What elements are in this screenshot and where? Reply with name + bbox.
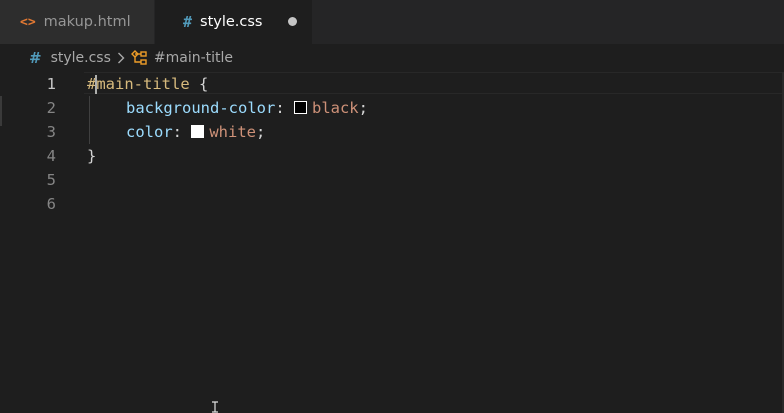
code-editor-window: <> makup.html # style.css # style.css #m… — [0, 0, 784, 413]
code-line-5[interactable]: 5 — [0, 168, 784, 192]
css-file-icon: # — [183, 13, 193, 31]
html-file-icon: <> — [20, 14, 36, 30]
css-property: color — [126, 123, 173, 141]
symbol-class-icon — [130, 50, 148, 66]
code-text: background-color: black; — [126, 96, 368, 120]
code-text: color: white; — [126, 120, 265, 144]
code-line-6[interactable]: 6 — [0, 192, 784, 216]
css-file-icon: # — [29, 49, 42, 67]
tab-label: style.css — [200, 14, 263, 30]
css-value: white — [209, 123, 257, 141]
code-line-3[interactable]: 3 color: white; — [0, 120, 784, 144]
line-number: 1 — [46, 75, 56, 93]
line-number: 6 — [46, 195, 56, 213]
breadcrumb-symbol[interactable]: #main-title — [130, 50, 233, 66]
open-brace: { — [189, 75, 209, 93]
tab-style-css[interactable]: # style.css — [155, 0, 312, 44]
line-number: 5 — [46, 171, 56, 189]
code-line-1[interactable]: 1 #main-title { — [0, 72, 784, 96]
line-number: 2 — [46, 99, 56, 117]
css-property: background-color — [126, 99, 276, 117]
close-brace: } — [87, 147, 97, 165]
tab-label: makup.html — [43, 14, 131, 30]
semicolon: ; — [256, 123, 266, 141]
code-line-4[interactable]: 4 } — [0, 144, 784, 168]
line-number: 4 — [46, 147, 56, 165]
breadcrumb: # style.css #main-title — [0, 44, 784, 72]
breadcrumb-symbol-label: #main-title — [153, 50, 234, 66]
text-beam-cursor-icon — [212, 401, 218, 413]
color-swatch-black[interactable] — [293, 101, 307, 114]
tab-makup-html[interactable]: <> makup.html — [0, 0, 155, 44]
selector-name: main-title — [96, 75, 190, 93]
tab-bar: <> makup.html # style.css — [0, 0, 784, 44]
code-line-2[interactable]: 2 background-color: black; — [0, 96, 784, 120]
colon: : — [275, 99, 294, 117]
line-number: 3 — [46, 123, 56, 141]
breadcrumb-file[interactable]: # style.css — [29, 49, 111, 67]
code-editor[interactable]: 1 #main-title { 2 background-color: blac… — [0, 72, 784, 413]
chevron-right-icon — [117, 52, 125, 64]
css-value: black — [311, 99, 359, 117]
semicolon: ; — [358, 99, 368, 117]
colon: : — [172, 123, 192, 141]
code-text: #main-title { — [87, 72, 208, 96]
unsaved-dot-icon[interactable] — [288, 17, 297, 26]
color-swatch-white[interactable] — [191, 125, 205, 138]
breadcrumb-file-label: style.css — [50, 50, 111, 66]
